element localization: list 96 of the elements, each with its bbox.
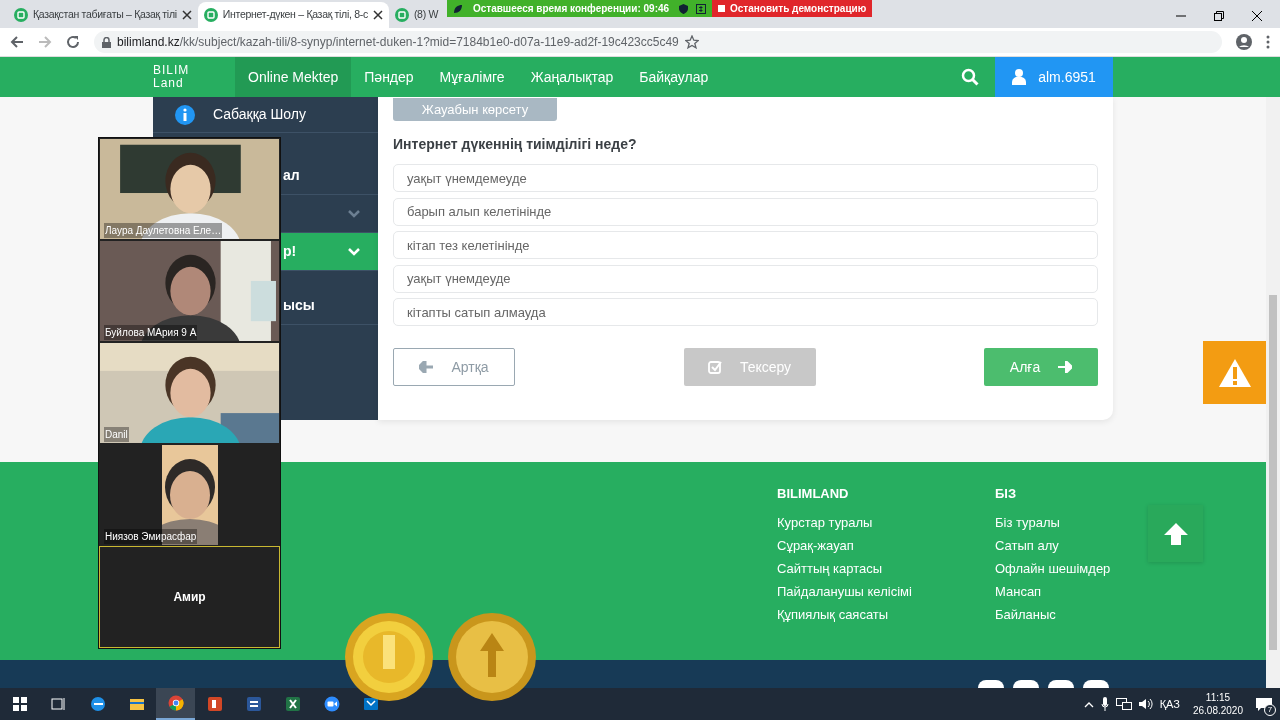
participant-name: Ниязов Эмирасфар [104, 529, 198, 544]
url-text: bilimland.kz/kk/subject/kazah-tili/8-synyp/internet-duken-1?mid=7184b1e0-d07a-11e9-ad2f-19c423cc5c49 [117, 34, 679, 51]
lock-icon [102, 36, 111, 48]
warning-icon [1217, 357, 1252, 388]
close-icon[interactable] [181, 10, 192, 20]
scrollbar[interactable] [1266, 97, 1280, 688]
nav-link[interactable]: Байқаулар [626, 57, 722, 97]
address-bar[interactable]: bilimland.kz/kk/subject/kazah-tili/8-synyp/internet-duken-1?mid=7184b1e0-d07a-11e9-ad2f-19c423cc5c49 [94, 31, 1222, 53]
reload-icon[interactable] [66, 35, 80, 49]
arrow-up-icon [1162, 521, 1189, 546]
browser-tab[interactable]: Қазақстан табиғаты – Қазақ тілі [8, 2, 198, 28]
scroll-top-button[interactable] [1148, 505, 1203, 562]
account-icon[interactable] [1236, 34, 1252, 50]
next-button[interactable]: Алға [984, 348, 1098, 387]
sidebar-item[interactable]: р! [281, 233, 378, 271]
answer-option[interactable]: кітап тез келетінінде [393, 231, 1098, 260]
show-answer-button[interactable]: Жауабын көрсету [393, 98, 557, 122]
menu-icon[interactable] [1266, 35, 1270, 49]
clock-date[interactable]: 26.08.2020 [1192, 704, 1243, 717]
answer-option[interactable]: барып алып келетінінде [393, 197, 1098, 226]
chevron-up-icon[interactable] [1083, 700, 1094, 708]
social-icon[interactable] [1048, 680, 1074, 688]
footer-link[interactable]: Біз туралы [995, 512, 1213, 536]
search-icon[interactable] [961, 68, 979, 86]
answer-option[interactable]: кітапты сатып алмауда [393, 298, 1098, 327]
speaker-icon[interactable] [1138, 698, 1153, 710]
checkbox-icon [707, 360, 722, 375]
footer-heading: БІЗ [995, 485, 1018, 503]
nav-link[interactable]: Online Mektep [235, 57, 352, 97]
shield-icon [679, 3, 688, 14]
browser-icon[interactable] [89, 696, 106, 712]
arrow-left-icon [419, 361, 434, 374]
participant-name: Danil [104, 427, 129, 442]
video-call-icon[interactable] [323, 696, 340, 712]
keyboard-language[interactable]: ҚАЗ [1159, 695, 1180, 713]
windows-icon[interactable] [11, 696, 28, 712]
logo-text[interactable]: Land [153, 77, 235, 90]
footer-link[interactable]: Сайттың картасы [777, 558, 995, 582]
network-icon[interactable] [1115, 698, 1132, 710]
close-icon[interactable] [1252, 11, 1262, 21]
close-icon[interactable] [372, 10, 383, 20]
notification-count: 7 [1264, 704, 1276, 717]
footer-link[interactable]: Пайдаланушы келісімі [777, 581, 995, 605]
task-view-icon[interactable] [50, 696, 67, 712]
nav-link[interactable]: Мұғалімге [426, 57, 518, 97]
clock-time[interactable]: 11:15 [1192, 691, 1243, 704]
browser-tab[interactable]: Интернет-дүкен – Қазақ тілі, 8-с [197, 2, 389, 28]
document-icon[interactable] [245, 696, 262, 712]
social-icon[interactable] [978, 680, 1004, 688]
footer-link[interactable]: Курстар туралы [777, 512, 995, 536]
footer-link[interactable]: Мансап [995, 581, 1213, 605]
microphone-icon[interactable] [1100, 697, 1109, 711]
footer-link[interactable]: Сұрақ-жауап [777, 535, 995, 559]
info-icon [175, 104, 195, 125]
answer-option[interactable]: уақыт үнемдемеуде [393, 164, 1098, 193]
question-text: Интернет дүкеннің тиімділігі неде? [393, 135, 638, 155]
leaf-icon [453, 3, 463, 14]
nav-link[interactable]: Жаңалықтар [517, 57, 627, 97]
logo-text[interactable]: BILIM [153, 64, 235, 77]
footer-link[interactable]: Құпиялық саясаты [777, 604, 995, 628]
stop-share-button[interactable]: Остановить демонстрацию [712, 0, 873, 17]
participant-name: Амир [172, 589, 207, 606]
chevron-down-icon [348, 209, 360, 218]
back-icon[interactable] [10, 35, 24, 49]
arrow-right-icon [1058, 361, 1073, 374]
site-icon [203, 8, 218, 22]
social-icon[interactable] [1013, 680, 1039, 688]
footer-link[interactable]: Офлайн шешімдер [995, 558, 1213, 582]
answer-option[interactable]: уақыт үнемдеуде [393, 264, 1098, 293]
chevron-down-icon [348, 247, 360, 256]
spreadsheet-icon[interactable] [284, 696, 301, 712]
stop-icon [718, 5, 725, 12]
scrollbar-thumb[interactable] [1269, 295, 1277, 650]
participant-name: Лаура Даулетовна Еле… [104, 223, 223, 238]
sidebar-item[interactable]: Сабаққа Шолу [153, 97, 378, 133]
social-icon[interactable] [1083, 680, 1109, 688]
folder-icon[interactable] [128, 696, 145, 712]
nav-link[interactable]: Пәндер [351, 57, 427, 97]
presentation-icon[interactable] [206, 696, 223, 712]
browser-tab[interactable]: (8) W [388, 2, 445, 28]
meeting-timer-bar: Оставшееся время конференции: 09:46 [447, 0, 712, 17]
footer-link[interactable]: Байланыс [995, 604, 1213, 628]
participant-name: Буйлова МАрия 9 А [104, 325, 198, 340]
back-button[interactable]: Артқа [393, 348, 515, 387]
star-icon[interactable] [684, 35, 699, 49]
site-icon [14, 8, 28, 22]
medal-icon [447, 613, 537, 701]
site-icon [394, 8, 409, 22]
medal-icon [345, 613, 433, 701]
footer-link[interactable]: Сатып алу [995, 535, 1213, 559]
user-icon [1012, 69, 1027, 85]
restore-icon[interactable] [1214, 11, 1224, 21]
user-button[interactable]: alm.6951 [995, 57, 1113, 97]
footer-heading: BILIMLAND [777, 485, 850, 503]
chrome-icon[interactable] [167, 695, 184, 711]
mail-icon[interactable] [362, 696, 379, 712]
